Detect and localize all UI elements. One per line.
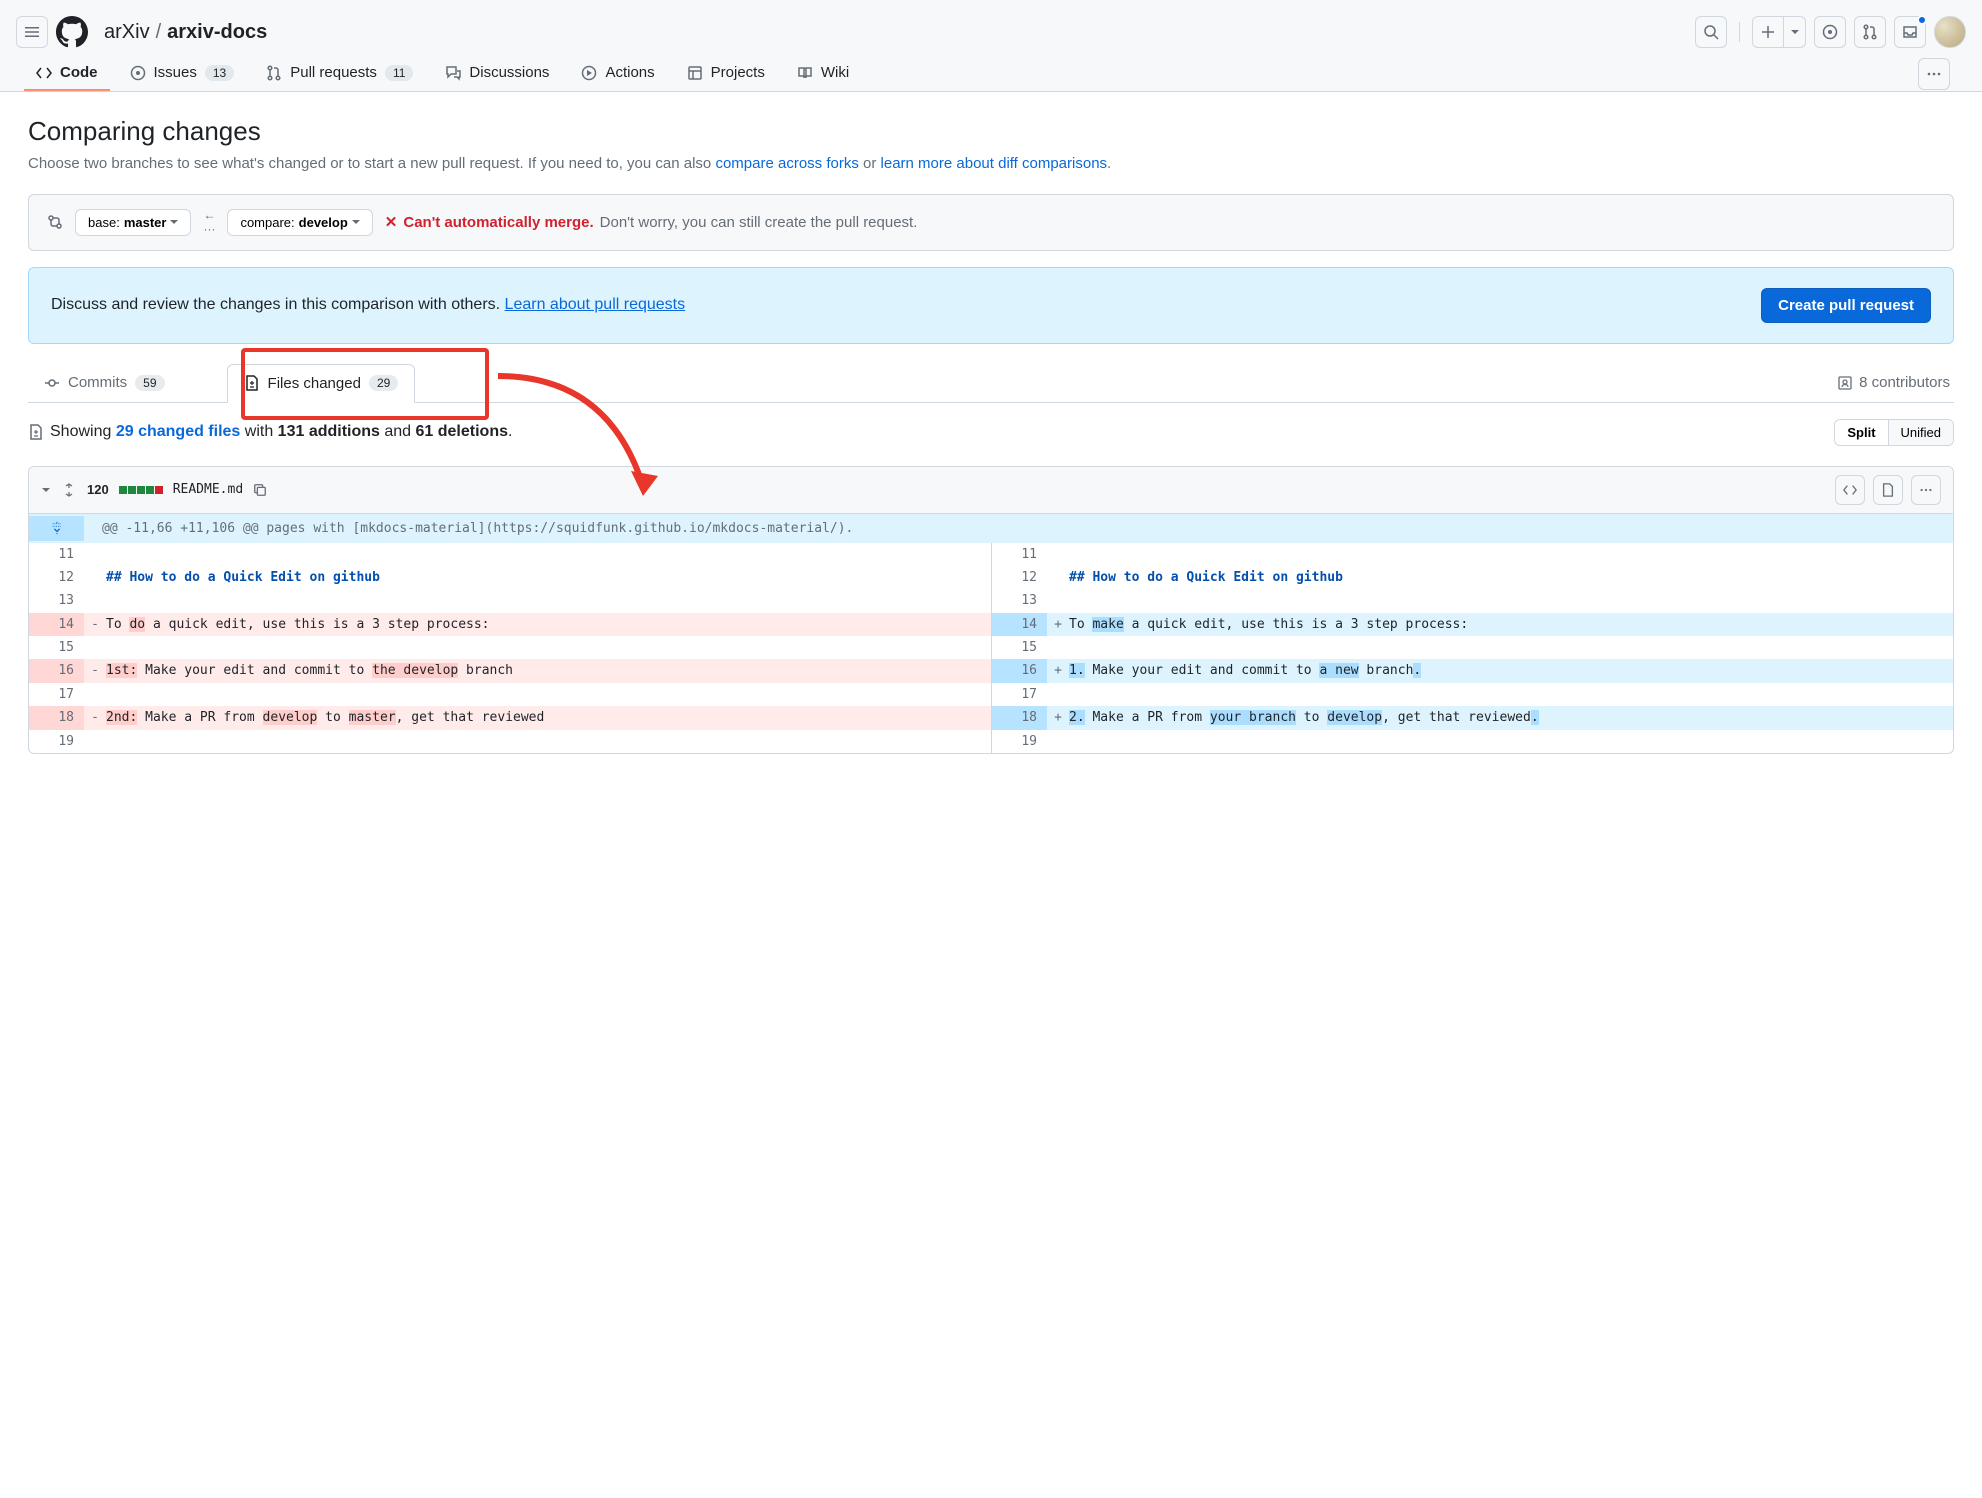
tab-projects[interactable]: Projects <box>675 56 777 91</box>
discussions-icon <box>445 65 461 81</box>
more-tabs-button[interactable] <box>1918 58 1950 90</box>
tab-wiki[interactable]: Wiki <box>785 56 861 91</box>
projects-icon <box>687 65 703 81</box>
code-icon <box>36 65 52 81</box>
commits-tab[interactable]: Commits 59 <box>28 364 181 401</box>
create-new-button[interactable] <box>1752 16 1784 48</box>
collapse-file-button[interactable] <box>41 485 51 495</box>
hamburger-menu-button[interactable] <box>16 16 48 48</box>
pr-icon <box>266 65 282 81</box>
people-icon <box>1837 375 1853 391</box>
breadcrumb-separator: / <box>156 21 162 44</box>
tab-pull-requests[interactable]: Pull requests 11 <box>254 56 425 91</box>
file-menu-button[interactable] <box>1911 475 1941 505</box>
diff-file: 120 README.md @@ -11,66 +11,106 @@ pages… <box>28 466 1954 755</box>
breadcrumb-repo[interactable]: arxiv-docs <box>167 21 267 44</box>
github-logo[interactable] <box>56 16 88 48</box>
diff-stat: 120 <box>87 482 109 497</box>
unified-view-button[interactable]: Unified <box>1889 420 1953 445</box>
wiki-icon <box>797 65 813 81</box>
expand-hunk-button[interactable] <box>29 516 84 541</box>
tab-actions[interactable]: Actions <box>569 56 666 91</box>
expand-icon[interactable] <box>61 482 77 498</box>
tab-code[interactable]: Code <box>24 56 110 91</box>
create-new-dropdown[interactable] <box>1784 16 1806 48</box>
pr-banner: Discuss and review the changes in this c… <box>28 267 1954 344</box>
learn-pr-link[interactable]: Learn about pull requests <box>505 296 686 313</box>
split-view-button[interactable]: Split <box>1835 420 1888 445</box>
branch-selector-box: base: master ←··· compare: develop ✕ Can… <box>28 194 1954 251</box>
page-subtitle: Choose two branches to see what's change… <box>28 153 1954 176</box>
hunk-header: @@ -11,66 +11,106 @@ pages with [mkdocs-… <box>29 514 1953 543</box>
compare-branch-button[interactable]: compare: develop <box>227 209 372 236</box>
page-title: Comparing changes <box>28 116 1954 147</box>
file-diff-icon <box>244 375 260 391</box>
copy-icon[interactable] <box>253 483 267 497</box>
file-diff-icon <box>28 424 44 440</box>
issue-icon <box>130 65 146 81</box>
diff-view-toggle: Split Unified <box>1834 419 1954 446</box>
view-file-button[interactable] <box>1873 475 1903 505</box>
search-button[interactable] <box>1695 16 1727 48</box>
create-pr-button[interactable]: Create pull request <box>1761 288 1931 323</box>
caret-down-icon <box>170 218 178 226</box>
x-icon: ✕ <box>385 213 398 231</box>
diff-stat-bar <box>119 486 163 494</box>
files-changed-tab[interactable]: Files changed 29 <box>227 364 416 403</box>
merge-status: ✕ Can't automatically merge. Don't worry… <box>385 213 918 231</box>
breadcrumb: arXiv / arxiv-docs <box>104 21 267 44</box>
arrow-separator-icon: ←··· <box>203 209 215 235</box>
pull-requests-global-button[interactable] <box>1854 16 1886 48</box>
issues-global-button[interactable] <box>1814 16 1846 48</box>
diff-help-link[interactable]: learn more about diff comparisons <box>881 155 1108 172</box>
changed-files-link[interactable]: 29 changed files <box>116 423 241 440</box>
compare-forks-link[interactable]: compare across forks <box>715 155 858 172</box>
file-name[interactable]: README.md <box>173 482 243 497</box>
caret-down-icon <box>352 218 360 226</box>
tab-discussions[interactable]: Discussions <box>433 56 561 91</box>
diff-summary-text: Showing 29 changed files with 131 additi… <box>50 423 512 441</box>
view-source-button[interactable] <box>1835 475 1865 505</box>
compare-icon <box>47 214 63 230</box>
notification-dot-icon <box>1917 15 1927 25</box>
base-branch-button[interactable]: base: master <box>75 209 191 236</box>
contributors-link[interactable]: 8 contributors <box>1837 374 1954 391</box>
avatar[interactable] <box>1934 16 1966 48</box>
inbox-button[interactable] <box>1894 16 1926 48</box>
actions-icon <box>581 65 597 81</box>
commits-icon <box>44 375 60 391</box>
breadcrumb-owner[interactable]: arXiv <box>104 21 150 44</box>
tab-issues[interactable]: Issues 13 <box>118 56 247 91</box>
